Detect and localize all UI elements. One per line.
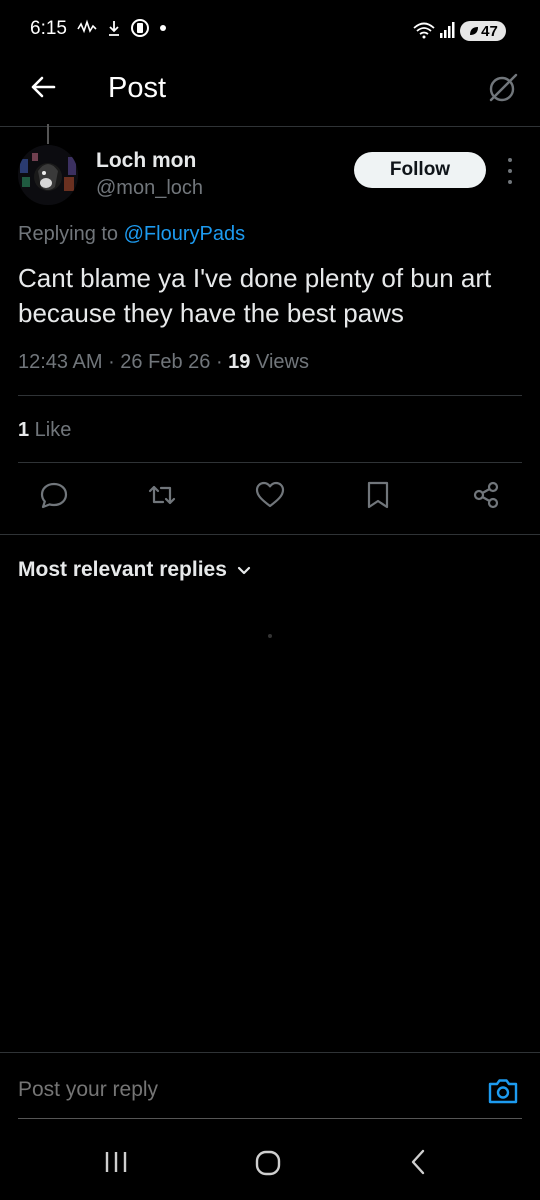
composer-bottom-divider (18, 1118, 522, 1119)
bookmark-icon (367, 481, 389, 509)
camera-icon (488, 1079, 518, 1104)
share-icon (473, 481, 499, 509)
follow-button[interactable]: Follow (354, 152, 486, 188)
system-back-button[interactable] (405, 1148, 433, 1181)
dot-icon (160, 25, 166, 31)
likes-divider (18, 462, 522, 463)
replies-sort-dropdown[interactable]: Most relevant replies (18, 558, 253, 582)
meta-separator: · (215, 351, 229, 373)
actions-divider (0, 534, 540, 535)
app-icon (131, 19, 149, 37)
tweet-text: Cant blame ya I've done plenty of bun ar… (18, 263, 492, 328)
composer-divider (0, 1052, 540, 1053)
avatar-image (18, 145, 78, 205)
back-arrow-icon (31, 76, 56, 98)
back-button[interactable] (26, 70, 60, 104)
home-button[interactable] (253, 1148, 283, 1183)
replies-sort-label: Most relevant replies (18, 558, 227, 581)
views-label: Views (250, 351, 309, 373)
status-time: 6:15 (30, 18, 67, 39)
more-icon-dot (508, 180, 512, 184)
repost-icon (148, 485, 176, 505)
share-button[interactable] (469, 478, 503, 512)
like-icon (255, 481, 285, 508)
loading-indicator (268, 634, 272, 638)
back-icon (411, 1149, 425, 1175)
recents-icon (105, 1152, 127, 1172)
more-options-button[interactable] (500, 158, 520, 184)
notification-icon (77, 19, 97, 34)
more-icon-dot (508, 169, 512, 173)
action-bar (0, 478, 540, 520)
reply-input[interactable] (18, 1078, 458, 1102)
chevron-down-icon (237, 566, 251, 575)
tweet-time: 12:43 AM (18, 351, 103, 373)
meta-divider (18, 395, 522, 396)
replying-mention-link[interactable]: @FlouryPads (124, 223, 245, 245)
leaf-icon (470, 27, 479, 35)
author-name[interactable]: Loch mon (96, 149, 196, 173)
replying-to: Replying to @FlouryPads (18, 223, 245, 246)
home-icon (255, 1150, 281, 1176)
camera-button[interactable] (486, 1074, 520, 1108)
battery-indicator: 47 (460, 21, 506, 41)
repost-button[interactable] (145, 478, 179, 512)
author-handle[interactable]: @mon_loch (96, 177, 203, 200)
system-nav-bar (0, 1138, 540, 1190)
tweet-date: 26 Feb 26 (120, 351, 211, 373)
signal-icons (412, 20, 456, 45)
grok-icon (489, 73, 518, 102)
bookmark-button[interactable] (361, 478, 395, 512)
download-icon (109, 21, 119, 36)
more-icon (508, 158, 512, 162)
battery-level: 47 (481, 22, 498, 40)
header-divider (0, 126, 540, 127)
views-count: 19 (228, 351, 251, 373)
like-button[interactable] (253, 478, 287, 512)
avatar[interactable] (18, 145, 78, 205)
replying-prefix: Replying to (18, 223, 124, 245)
reply-button[interactable] (37, 478, 71, 512)
status-notification-icons (76, 18, 167, 38)
page-title: Post (108, 72, 167, 104)
likes-label: Like (29, 419, 72, 441)
likes-link[interactable]: 1 Like (18, 419, 71, 442)
likes-count: 1 (18, 419, 30, 441)
thread-line (47, 124, 49, 144)
tweet-meta: 12:43 AM · 26 Feb 26 · 19 Views (18, 351, 309, 374)
reply-icon (40, 482, 68, 509)
meta-separator: · (108, 351, 121, 373)
grok-button[interactable] (486, 71, 520, 105)
recents-button[interactable] (102, 1148, 130, 1181)
